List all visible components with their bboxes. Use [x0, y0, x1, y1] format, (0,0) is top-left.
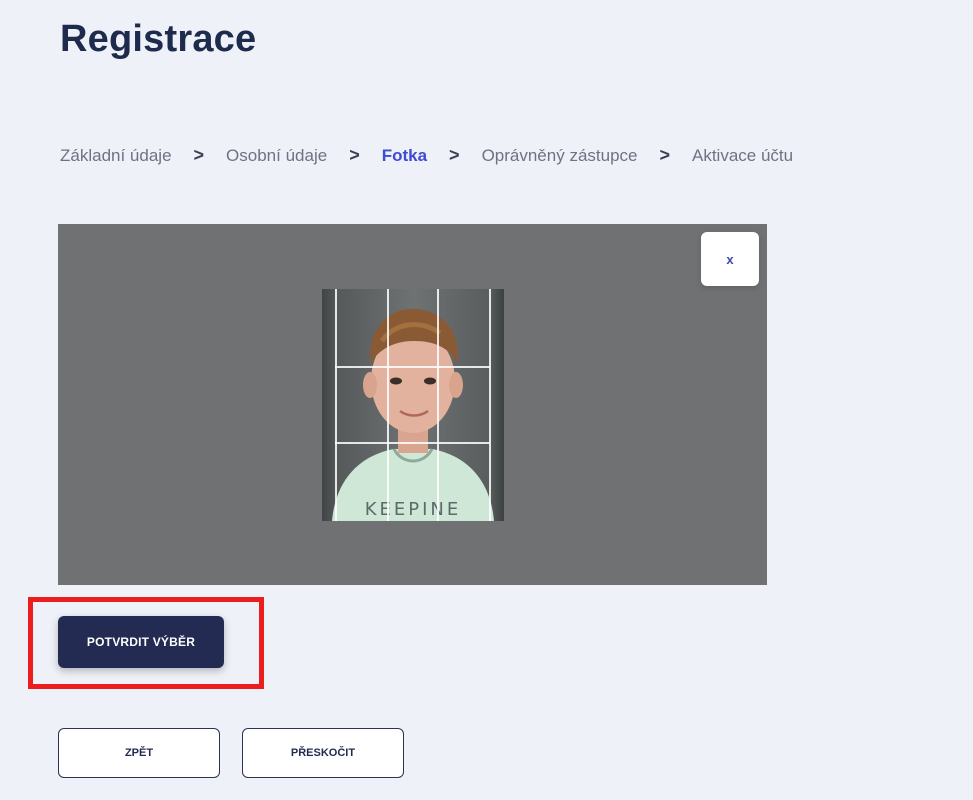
chevron-right-icon: >: [193, 145, 205, 165]
registration-stepper: Základní údaje > Osobní údaje > Fotka > …: [60, 145, 793, 166]
confirm-selection-button[interactable]: POTVRDIT VÝBĚR: [58, 616, 224, 668]
crop-grid-line: [335, 366, 490, 368]
crop-grid-line: [335, 442, 490, 444]
step-basic-info[interactable]: Základní údaje: [60, 146, 172, 166]
page-title: Registrace: [60, 18, 257, 60]
step-authorized-representative[interactable]: Oprávněný zástupce: [482, 146, 638, 166]
skip-button[interactable]: PŘESKOČIT: [242, 728, 404, 778]
step-personal-info[interactable]: Osobní údaje: [226, 146, 327, 166]
portrait-photo: KEEPINE: [332, 308, 494, 521]
back-button[interactable]: ZPĚT: [58, 728, 220, 778]
close-crop-button[interactable]: x: [701, 232, 759, 286]
chevron-right-icon: >: [349, 145, 360, 165]
crop-grid-line: [437, 289, 439, 521]
chevron-right-icon: >: [659, 145, 670, 165]
crop-grid-line: [489, 289, 491, 521]
chevron-right-icon: >: [449, 145, 460, 165]
crop-selection[interactable]: KEEPINE: [322, 289, 504, 521]
step-photo[interactable]: Fotka: [382, 146, 427, 166]
crop-grid-line: [387, 289, 389, 521]
crop-grid-line: [335, 289, 337, 521]
step-account-activation[interactable]: Aktivace účtu: [692, 146, 793, 166]
shirt-print: KEEPINE: [365, 499, 462, 520]
